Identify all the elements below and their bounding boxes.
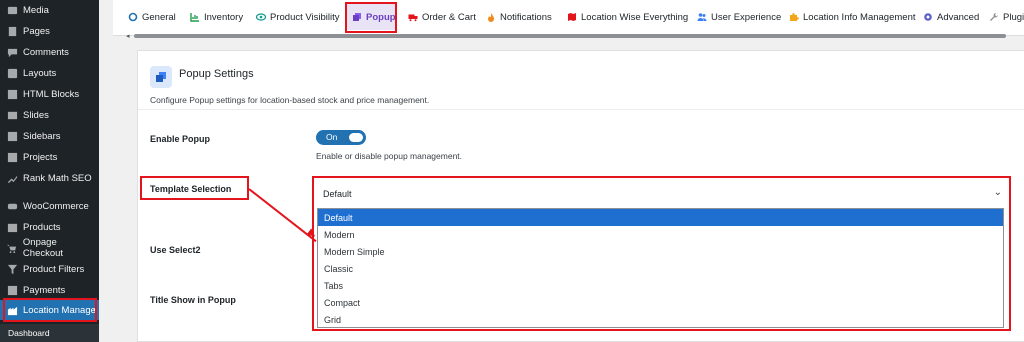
woocommerce-icon (6, 200, 18, 212)
sidebar-item-label: Slides (23, 109, 49, 121)
map-icon (566, 12, 577, 23)
sidebar-item-media[interactable]: Media (0, 0, 99, 20)
sidebar-item-label: HTML Blocks (23, 88, 80, 100)
sidebar-item-label: Projects (23, 151, 58, 163)
tab-advanced[interactable]: Advanced (922, 4, 979, 30)
sidebar-item-pages[interactable]: Pages (0, 21, 99, 41)
checkout-icon (6, 242, 18, 254)
tabs-scrollbar[interactable]: ◂ (124, 32, 1024, 40)
chart-icon (189, 12, 200, 23)
settings-tabs: General Inventory Product Visibility Pop… (113, 0, 1024, 36)
media-icon (6, 4, 18, 16)
sidebar-item-products[interactable]: Products (0, 217, 99, 237)
comments-icon (6, 46, 18, 58)
sidebar-item-comments[interactable]: Comments (0, 42, 99, 62)
card-description: Configure Popup settings for location-ba… (150, 95, 430, 105)
slides-icon (6, 109, 18, 121)
filter-icon (6, 263, 18, 275)
tab-label: Inventory (204, 11, 244, 23)
products-icon (6, 221, 18, 233)
cog-icon (922, 12, 933, 23)
layouts-icon (6, 67, 18, 79)
sidebar-item-rank-math-seo[interactable]: Rank Math SEO (0, 168, 99, 188)
tab-location-wise-everything[interactable]: Location Wise Everything (566, 4, 688, 30)
toggle-knob (349, 133, 363, 142)
tab-label: Location Info Management (803, 11, 916, 23)
enable-popup-help: Enable or disable popup management. (316, 151, 463, 161)
tab-product-visibility[interactable]: Product Visibility (255, 4, 340, 30)
tab-label: User Experience (711, 11, 782, 23)
tab-label: Advanced (937, 11, 980, 23)
card-divider (138, 109, 1024, 110)
enable-popup-label: Enable Popup (150, 134, 211, 144)
admin-sidebar: Media Pages Comments Layouts HTML Blocks… (0, 0, 99, 342)
tab-general[interactable]: General (127, 4, 176, 30)
sidebar-item-label: Payments (23, 284, 66, 296)
truck-icon (407, 12, 418, 23)
sidebar-item-payments[interactable]: Payments (0, 280, 99, 300)
card-title: Popup Settings (179, 68, 254, 80)
eye-icon (255, 12, 266, 23)
tab-plugin[interactable]: Plugi (988, 4, 1024, 30)
tab-label: General (142, 11, 176, 23)
use-select2-label: Use Select2 (150, 245, 201, 255)
sidebar-item-label: Products (23, 221, 61, 233)
sidebar-item-projects[interactable]: Projects (0, 147, 99, 167)
tab-inventory[interactable]: Inventory (189, 4, 243, 30)
sidebar-item-label: Comments (23, 46, 69, 58)
tab-order-cart[interactable]: Order & Cart (407, 4, 476, 30)
tab-user-experience[interactable]: User Experience (696, 4, 781, 30)
scroll-left-arrow-icon[interactable]: ◂ (126, 32, 130, 40)
sidebar-item-html-blocks[interactable]: HTML Blocks (0, 84, 99, 104)
sidebar-item-label: WooCommerce (23, 200, 89, 212)
puzzle-icon (788, 12, 799, 23)
annotation-box-popup-tab (345, 2, 397, 33)
annotation-box-location-manage (3, 298, 97, 322)
sidebar-item-label: Rank Math SEO (23, 172, 92, 184)
sidebar-item-label: Onpage Checkout (22, 237, 64, 259)
pages-icon (6, 25, 18, 37)
popup-settings-icon (150, 66, 172, 88)
title-show-label: Title Show in Popup (150, 295, 236, 305)
wrench-icon (988, 12, 999, 23)
tab-location-info-management[interactable]: Location Info Management (788, 4, 916, 30)
annotation-box-template-dropdown (312, 176, 1011, 331)
sidebar-item-sidebars[interactable]: Sidebars (0, 126, 99, 146)
tab-label: Product Visibility (270, 11, 340, 23)
rank-math-icon (6, 172, 18, 184)
scrollbar-thumb[interactable] (134, 34, 1006, 38)
tab-notifications[interactable]: Notifications (485, 4, 552, 30)
sidebar-item-label: Media (23, 4, 49, 16)
toggle-state-label: On (326, 132, 338, 142)
sidebar-item-woocommerce[interactable]: WooCommerce (0, 196, 99, 216)
tab-label: Plugi (1003, 11, 1024, 23)
sidebar-item-product-filters[interactable]: Product Filters (0, 259, 99, 279)
sidebar-item-slides[interactable]: Slides (0, 105, 99, 125)
tab-label: Order & Cart (422, 11, 476, 23)
html-blocks-icon (6, 88, 18, 100)
tab-label: Notifications (500, 11, 552, 23)
tab-label: Location Wise Everything (581, 11, 689, 23)
sidebar-item-label: Product Filters (23, 263, 85, 275)
gear-icon (127, 12, 138, 23)
annotation-box-template-label (140, 176, 249, 200)
enable-popup-toggle[interactable]: On (316, 130, 366, 145)
payments-icon (6, 284, 18, 296)
submenu-item-dashboard[interactable]: Dashboard (0, 324, 99, 342)
sidebar-item-label: Pages (23, 25, 50, 37)
sidebar-item-label: Layouts (23, 67, 57, 79)
sidebars-icon (6, 130, 18, 142)
projects-icon (6, 151, 18, 163)
sidebar-item-layouts[interactable]: Layouts (0, 63, 99, 83)
flame-icon (485, 12, 496, 23)
users-icon (696, 12, 707, 23)
sidebar-item-onpage-checkout[interactable]: Onpage Checkout (0, 237, 99, 259)
sidebar-item-label: Sidebars (23, 130, 61, 142)
